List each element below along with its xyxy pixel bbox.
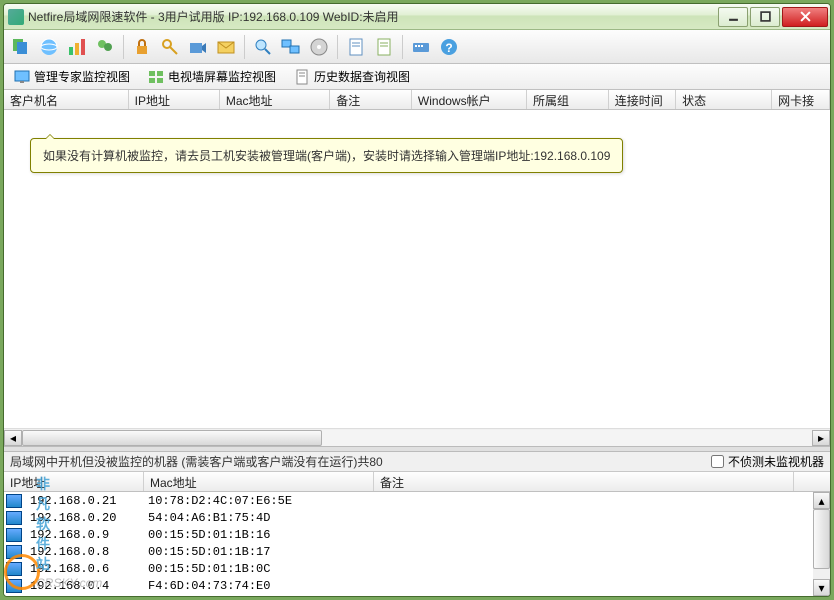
toolbar-separator bbox=[123, 35, 124, 59]
computer-icon bbox=[6, 545, 22, 559]
ip-cell: 192.168.0.8 bbox=[24, 545, 142, 559]
close-button[interactable] bbox=[782, 7, 828, 27]
toolbar-separator bbox=[244, 35, 245, 59]
bottom-header-label: 局域网中开机但没被监控的机器 (需装客户端或客户端没有在运行)共80 bbox=[10, 453, 711, 470]
column-header[interactable]: Mac地址 bbox=[220, 90, 330, 109]
main-client-list[interactable]: 如果没有计算机被监控，请去员工机安装被管理端(客户端)，安装时请选择输入管理端I… bbox=[4, 110, 830, 428]
ip-cell: 192.168.0.20 bbox=[24, 511, 142, 525]
computer-icon bbox=[6, 494, 22, 508]
mac-cell: 54:04:A6:B1:75:4D bbox=[142, 511, 372, 525]
computer-icon bbox=[6, 562, 22, 576]
column-header[interactable]: 状态 bbox=[676, 90, 772, 109]
computer-icon bbox=[6, 528, 22, 542]
list-item[interactable]: 192.168.0.900:15:5D:01:1B:16 bbox=[4, 526, 830, 543]
tvwall-icon bbox=[148, 69, 164, 85]
window-title: Netfire局域网限速软件 - 3用户试用版 IP:192.168.0.109… bbox=[28, 8, 716, 25]
hint-tooltip: 如果没有计算机被监控，请去员工机安装被管理端(客户端)，安装时请选择输入管理端I… bbox=[30, 138, 623, 173]
scroll-right-arrow[interactable]: ▸ bbox=[812, 430, 830, 446]
toolbar-doc1-icon[interactable] bbox=[343, 34, 369, 60]
list-item[interactable]: 192.168.0.4F4:6D:04:73:74:E0 bbox=[4, 577, 830, 594]
toolbar-help-icon[interactable]: ? bbox=[436, 34, 462, 60]
column-header[interactable]: Windows帐户 bbox=[412, 90, 527, 109]
main-toolbar: ? bbox=[4, 30, 830, 64]
toolbar-camera-icon[interactable] bbox=[185, 34, 211, 60]
horizontal-scrollbar[interactable]: ◂ ▸ bbox=[4, 428, 830, 446]
toolbar-separator bbox=[402, 35, 403, 59]
toolbar-key-icon[interactable] bbox=[157, 34, 183, 60]
ip-cell: 192.168.0.9 bbox=[24, 528, 142, 542]
mac-cell: 00:15:5D:01:1B:0C bbox=[142, 562, 372, 576]
scroll-thumb[interactable] bbox=[813, 509, 830, 569]
vertical-scrollbar[interactable]: ▴ ▾ bbox=[813, 492, 830, 596]
titlebar[interactable]: Netfire局域网限速软件 - 3用户试用版 IP:192.168.0.109… bbox=[4, 4, 830, 30]
tab-label: 历史数据查询视图 bbox=[314, 68, 410, 85]
scroll-down-arrow[interactable]: ▾ bbox=[813, 579, 830, 596]
unmonitored-machine-list[interactable]: 192.168.0.2110:78:D2:4C:07:E6:5E192.168.… bbox=[4, 492, 830, 596]
bottom-panel-header: 局域网中开机但没被监控的机器 (需装客户端或客户端没有在运行)共80 不侦测未监… bbox=[4, 452, 830, 472]
column-header[interactable]: 网卡接 bbox=[772, 90, 830, 109]
scroll-up-arrow[interactable]: ▴ bbox=[813, 492, 830, 509]
toolbar-mail-icon[interactable] bbox=[213, 34, 239, 60]
scroll-thumb[interactable] bbox=[22, 430, 322, 446]
checkbox-text: 不侦测未监视机器 bbox=[728, 453, 824, 470]
column-header[interactable]: Mac地址 bbox=[144, 472, 374, 491]
toolbar-lock-icon[interactable] bbox=[129, 34, 155, 60]
toolbar-keyboard-icon[interactable] bbox=[408, 34, 434, 60]
toolbar-doc2-icon[interactable] bbox=[371, 34, 397, 60]
svg-text:?: ? bbox=[445, 41, 452, 55]
list-item[interactable]: 192.168.0.2110:78:D2:4C:07:E6:5E bbox=[4, 492, 830, 509]
toolbar-monitors-icon[interactable] bbox=[278, 34, 304, 60]
scroll-track[interactable] bbox=[22, 430, 812, 446]
column-header[interactable]: 客户机名 bbox=[4, 90, 129, 109]
list-item[interactable]: 192.168.0.800:15:5D:01:1B:17 bbox=[4, 543, 830, 560]
column-header[interactable]: 备注 bbox=[330, 90, 412, 109]
column-header[interactable]: IP地址 bbox=[4, 472, 144, 491]
no-detect-checkbox-label[interactable]: 不侦测未监视机器 bbox=[711, 453, 824, 470]
app-icon bbox=[8, 9, 24, 25]
bottom-column-headers: IP地址Mac地址备注 bbox=[4, 472, 830, 492]
toolbar-disc-icon[interactable] bbox=[306, 34, 332, 60]
no-detect-checkbox[interactable] bbox=[711, 455, 724, 468]
ip-cell: 192.168.0.4 bbox=[24, 579, 142, 593]
computer-icon bbox=[6, 579, 22, 593]
app-window: Netfire局域网限速软件 - 3用户试用版 IP:192.168.0.109… bbox=[3, 3, 831, 597]
scroll-left-arrow[interactable]: ◂ bbox=[4, 430, 22, 446]
mac-cell: 10:78:D2:4C:07:E6:5E bbox=[142, 494, 372, 508]
minimize-button[interactable] bbox=[718, 7, 748, 27]
tab-label: 电视墙屏幕监控视图 bbox=[168, 68, 276, 85]
document-icon bbox=[294, 69, 310, 85]
view-tabs: 管理专家监控视图 电视墙屏幕监控视图 历史数据查询视图 bbox=[4, 64, 830, 90]
tab-tvwall-monitor[interactable]: 电视墙屏幕监控视图 bbox=[144, 66, 280, 87]
toolbar-search-icon[interactable] bbox=[250, 34, 276, 60]
tab-expert-monitor[interactable]: 管理专家监控视图 bbox=[10, 66, 134, 87]
tab-history-query[interactable]: 历史数据查询视图 bbox=[290, 66, 414, 87]
mac-cell: 00:15:5D:01:1B:16 bbox=[142, 528, 372, 542]
tab-label: 管理专家监控视图 bbox=[34, 68, 130, 85]
toolbar-separator bbox=[337, 35, 338, 59]
ip-cell: 192.168.0.6 bbox=[24, 562, 142, 576]
mac-cell: F4:6D:04:73:74:E0 bbox=[142, 579, 372, 593]
column-header[interactable]: 备注 bbox=[374, 472, 794, 491]
toolbar-globe-icon[interactable] bbox=[36, 34, 62, 60]
computer-icon bbox=[6, 511, 22, 525]
main-column-headers: 客户机名IP地址Mac地址备注Windows帐户所属组连接时间状态网卡接 bbox=[4, 90, 830, 110]
list-item[interactable]: 192.168.0.600:15:5D:01:1B:0C bbox=[4, 560, 830, 577]
column-header[interactable]: IP地址 bbox=[129, 90, 220, 109]
monitor-icon bbox=[14, 69, 30, 85]
toolbar-users-icon[interactable] bbox=[92, 34, 118, 60]
column-header[interactable]: 所属组 bbox=[527, 90, 609, 109]
ip-cell: 192.168.0.21 bbox=[24, 494, 142, 508]
list-item[interactable]: 192.168.0.2054:04:A6:B1:75:4D bbox=[4, 509, 830, 526]
toolbar-chart-icon[interactable] bbox=[64, 34, 90, 60]
maximize-button[interactable] bbox=[750, 7, 780, 27]
mac-cell: 00:15:5D:01:1B:17 bbox=[142, 545, 372, 559]
column-header[interactable]: 连接时间 bbox=[609, 90, 676, 109]
toolbar-sheets-icon[interactable] bbox=[8, 34, 34, 60]
